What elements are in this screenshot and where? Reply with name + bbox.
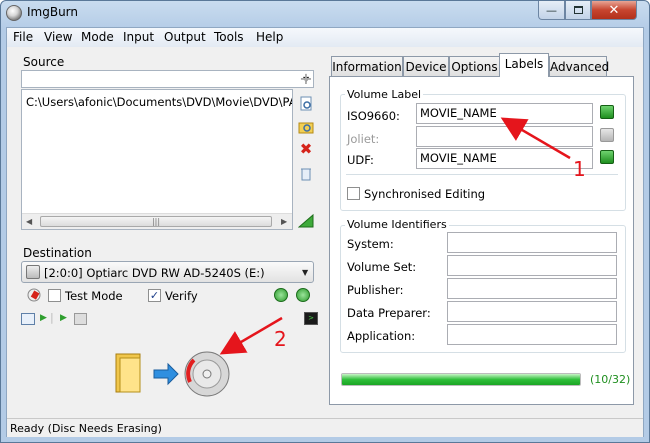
annotation-number-2: 2	[274, 327, 287, 351]
annotation-overlay	[219, 117, 571, 355]
annotation-number-1: 1	[573, 157, 586, 181]
tab-labels[interactable]: Labels	[499, 53, 549, 77]
annotation-arrow-1	[500, 117, 571, 160]
